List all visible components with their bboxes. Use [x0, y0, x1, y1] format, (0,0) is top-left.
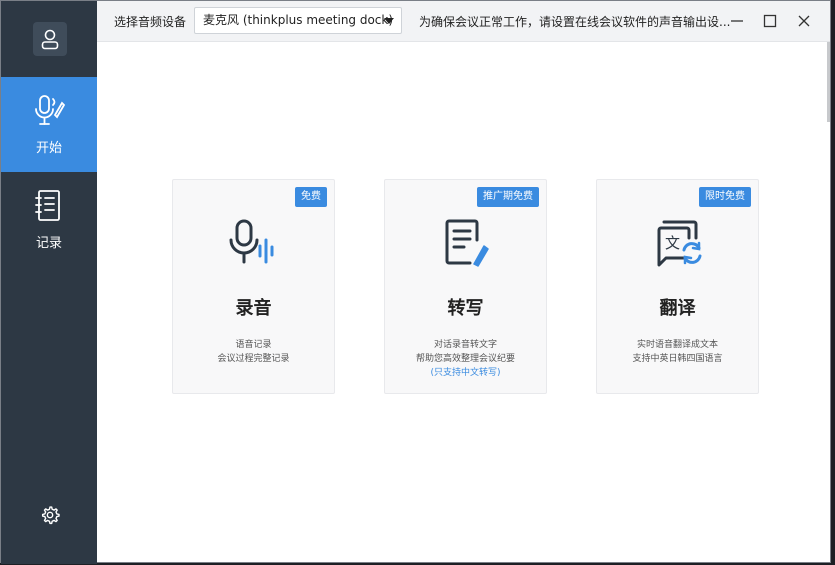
card-record[interactable]: 免费 录音 语音记录 会议过程完整记录 [172, 179, 335, 394]
document-edit-icon [445, 219, 489, 267]
close-button[interactable] [792, 9, 816, 33]
scrollbar[interactable] [827, 42, 830, 122]
nav-item-label: 开始 [35, 141, 62, 156]
maximize-icon [763, 14, 777, 28]
card-transcribe[interactable]: 推广期免费 转写 对话录音转文字 帮助您高效整理会议纪要 (只支持中文转写) [384, 179, 547, 394]
card-desc-line: 帮助您高效整理会议纪要 [415, 354, 515, 364]
maximize-button[interactable] [758, 9, 782, 33]
card-desc-line: 实时语音翻译成文本 [636, 340, 718, 350]
audio-device-label: 选择音频设备 [114, 15, 187, 29]
card-desc-line: 对话录音转文字 [433, 340, 497, 350]
avatar[interactable] [33, 22, 67, 56]
card-badge: 限时免费 [699, 187, 751, 207]
notice-text: 为确保会议正常工作，请设置在线会议软件的声音输出设... [419, 15, 731, 29]
card-title: 翻译 [659, 298, 696, 319]
card-note: (只支持中文转写) [430, 368, 501, 378]
card-title: 录音 [235, 298, 272, 319]
user-icon [41, 29, 59, 50]
minimize-icon [731, 20, 743, 22]
microphone-icon [229, 219, 273, 264]
caret-down-icon [384, 18, 394, 24]
microphone-pen-icon [31, 93, 67, 129]
card-desc-line: 会议过程完整记录 [217, 354, 290, 364]
top-toolbar: 选择音频设备 麦克风 (thinkplus meeting dock) 为确保会… [97, 1, 830, 42]
card-desc-line: 支持中英日韩四国语言 [632, 354, 723, 364]
nav-item-records[interactable]: 记录 [1, 172, 97, 267]
card-translate[interactable]: 限时免费 文 翻译 实时语音翻译成文本 支持中英日韩四国语言 [596, 179, 759, 394]
notebook-icon [31, 188, 67, 224]
translate-icon: 文 [657, 220, 701, 267]
card-desc-line: 语音记录 [235, 340, 272, 350]
card-description: 实时语音翻译成文本 支持中英日韩四国语言 [597, 338, 758, 366]
svg-text:文: 文 [665, 234, 680, 252]
close-icon [798, 15, 810, 27]
card-description: 对话录音转文字 帮助您高效整理会议纪要 (只支持中文转写) [385, 338, 546, 380]
main-content: 免费 录音 语音记录 会议过程完整记录 推广期免费 转写 对话录音转文字 帮助您… [97, 42, 830, 562]
settings-button[interactable] [39, 504, 61, 526]
audio-device-select[interactable]: 麦克风 (thinkplus meeting dock) [194, 7, 402, 34]
card-title: 转写 [447, 298, 484, 319]
card-badge: 推广期免费 [477, 187, 539, 207]
card-description: 语音记录 会议过程完整记录 [173, 338, 334, 366]
gear-icon [41, 506, 60, 525]
card-badge: 免费 [295, 187, 327, 207]
sidebar: 开始 记录 [1, 1, 97, 564]
app-window: 开始 记录 选择音频设备 麦克风 (thinkplus meeting dock… [0, 0, 831, 564]
audio-device-value: 麦克风 (thinkplus meeting dock) [203, 13, 394, 27]
minimize-button[interactable] [725, 9, 749, 33]
nav-item-start[interactable]: 开始 [1, 77, 97, 172]
nav-item-label: 记录 [35, 236, 62, 251]
